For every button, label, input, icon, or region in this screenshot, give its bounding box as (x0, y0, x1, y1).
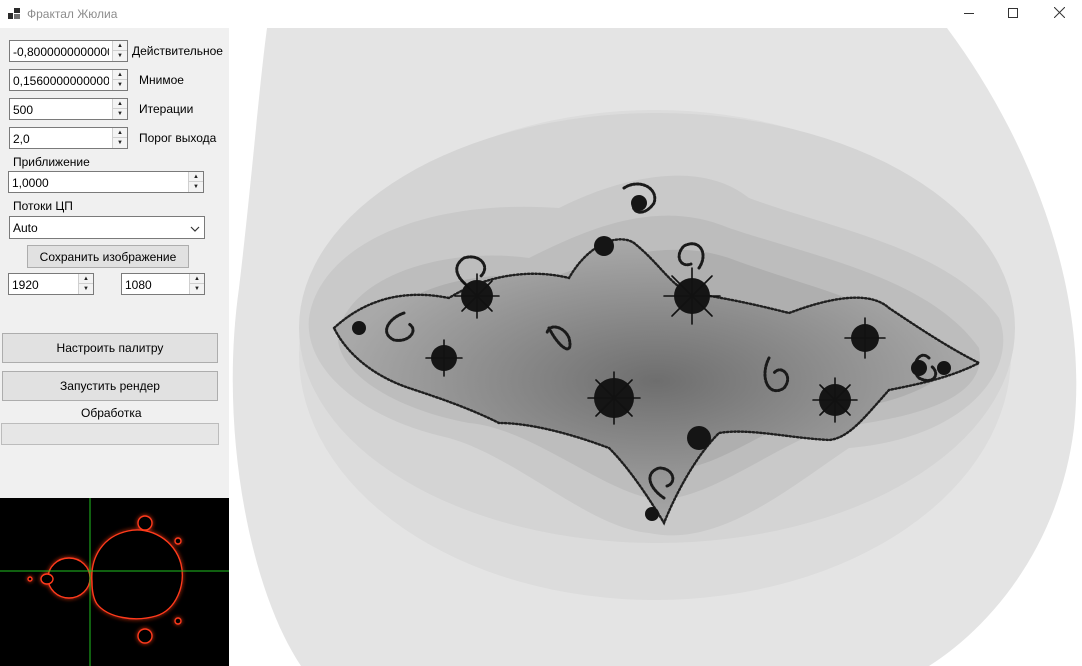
real-part-spinner[interactable]: ▲ ▼ (112, 41, 127, 61)
iterations-spinner[interactable]: ▲ ▼ (112, 99, 127, 119)
export-height-value[interactable]: 1080 (125, 278, 186, 292)
export-height-spinner[interactable]: ▲ ▼ (189, 274, 204, 294)
app-icon (8, 8, 20, 19)
spin-down-arrow-icon[interactable]: ▼ (190, 284, 204, 294)
zoom-input[interactable]: 1,0000 ▲ ▼ (8, 171, 204, 193)
title-bar: Фрактал Жюлиа (0, 0, 1082, 28)
app-window: Фрактал Жюлиа -0,8000000000000000 ▲ ▼ Де (0, 0, 1082, 666)
imaginary-part-label: Мнимое (139, 73, 184, 87)
imaginary-part-input[interactable]: 0,1560000000000000 ▲ ▼ (9, 69, 128, 91)
threshold-spinner[interactable]: ▲ ▼ (112, 128, 127, 148)
real-part-label: Действительное (132, 44, 223, 58)
close-icon (1053, 6, 1065, 21)
maximize-icon (1008, 7, 1018, 21)
zoom-spinner[interactable]: ▲ ▼ (188, 172, 203, 192)
maximize-button[interactable] (990, 0, 1036, 28)
export-width-input[interactable]: 1920 ▲ ▼ (8, 273, 94, 295)
threshold-label: Порог выхода (139, 131, 217, 145)
spin-down-arrow-icon[interactable]: ▼ (113, 138, 127, 148)
threshold-value[interactable]: 2,0 (13, 132, 109, 146)
iterations-input[interactable]: 500 ▲ ▼ (9, 98, 128, 120)
real-part-value[interactable]: -0,8000000000000000 (13, 45, 109, 59)
close-button[interactable] (1036, 0, 1082, 28)
threads-selected-value: Auto (13, 221, 38, 235)
spin-down-arrow-icon[interactable]: ▼ (113, 51, 127, 61)
iterations-label: Итерации (139, 102, 194, 116)
threads-label: Потоки ЦП (13, 199, 73, 213)
minimize-icon (964, 7, 974, 21)
real-part-input[interactable]: -0,8000000000000000 ▲ ▼ (9, 40, 128, 62)
zoom-label: Приближение (13, 155, 90, 169)
spin-up-arrow-icon[interactable]: ▲ (113, 70, 127, 80)
processing-progress-bar (1, 423, 219, 445)
control-panel: -0,8000000000000000 ▲ ▼ Действительное 0… (0, 28, 229, 666)
spin-up-arrow-icon[interactable]: ▲ (189, 172, 203, 182)
iterations-value[interactable]: 500 (13, 103, 109, 117)
export-height-input[interactable]: 1080 ▲ ▼ (121, 273, 205, 295)
export-width-value[interactable]: 1920 (12, 278, 75, 292)
imaginary-part-spinner[interactable]: ▲ ▼ (112, 70, 127, 90)
start-render-button[interactable]: Запустить рендер (2, 371, 218, 401)
spin-up-arrow-icon[interactable]: ▲ (190, 274, 204, 284)
spin-up-arrow-icon[interactable]: ▲ (113, 128, 127, 138)
imaginary-part-value[interactable]: 0,1560000000000000 (13, 74, 109, 88)
zoom-value[interactable]: 1,0000 (12, 176, 185, 190)
chevron-down-icon[interactable] (190, 223, 200, 233)
spin-up-arrow-icon[interactable]: ▲ (113, 99, 127, 109)
mandelbrot-preview[interactable] (0, 498, 229, 666)
save-image-button[interactable]: Сохранить изображение (27, 245, 189, 268)
processing-label: Обработка (81, 406, 142, 420)
spin-up-arrow-icon[interactable]: ▲ (79, 274, 93, 284)
minimize-button[interactable] (946, 0, 992, 28)
julia-render-canvas[interactable] (229, 28, 1082, 666)
spin-up-arrow-icon[interactable]: ▲ (113, 41, 127, 51)
spin-down-arrow-icon[interactable]: ▼ (79, 284, 93, 294)
spin-down-arrow-icon[interactable]: ▼ (189, 182, 203, 192)
threshold-input[interactable]: 2,0 ▲ ▼ (9, 127, 128, 149)
threads-dropdown[interactable]: Auto (9, 216, 205, 239)
spin-down-arrow-icon[interactable]: ▼ (113, 80, 127, 90)
export-width-spinner[interactable]: ▲ ▼ (78, 274, 93, 294)
window-title: Фрактал Жюлиа (27, 7, 118, 21)
spin-down-arrow-icon[interactable]: ▼ (113, 109, 127, 119)
configure-palette-button[interactable]: Настроить палитру (2, 333, 218, 363)
